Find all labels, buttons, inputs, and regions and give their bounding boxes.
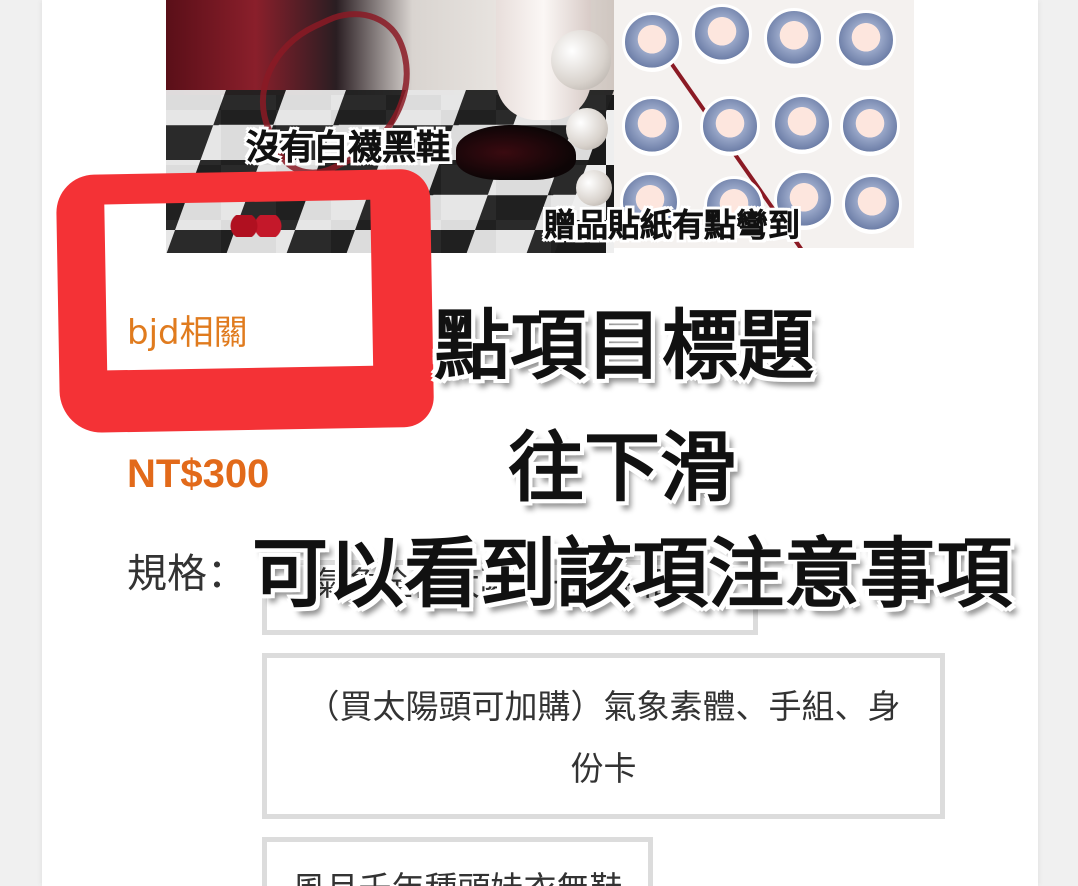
spec-option-2[interactable]: （買太陽頭可加購）氣象素體、手組、身份卡	[262, 653, 945, 819]
annotation-line-2: 往下滑	[508, 423, 736, 512]
annotation-line-3: 可以看到該項注意事項	[252, 529, 1012, 618]
spec-option-3[interactable]: 風月千年種頭娃衣無鞋	[262, 837, 653, 886]
spec-option-label: 風月千年種頭娃衣無鞋	[293, 869, 623, 886]
product-price: NT$300	[127, 452, 270, 496]
spec-label: 規格：	[127, 551, 247, 597]
screen: 沒有白襪黑鞋 贈品貼紙有點彎到 bjd相關 NT$300 規格： 氣象全器太陽頭…	[0, 0, 1078, 886]
highlight-box-annotation	[55, 168, 435, 434]
annotation-line-1: 點項目標題	[434, 301, 814, 390]
photo-caption-right: 贈品貼紙有點彎到	[544, 206, 801, 245]
spec-option-label: （買太陽頭可加購）氣象素體、手組、身份卡	[306, 687, 901, 788]
photo-caption-left: 沒有白襪黑鞋	[246, 128, 451, 169]
